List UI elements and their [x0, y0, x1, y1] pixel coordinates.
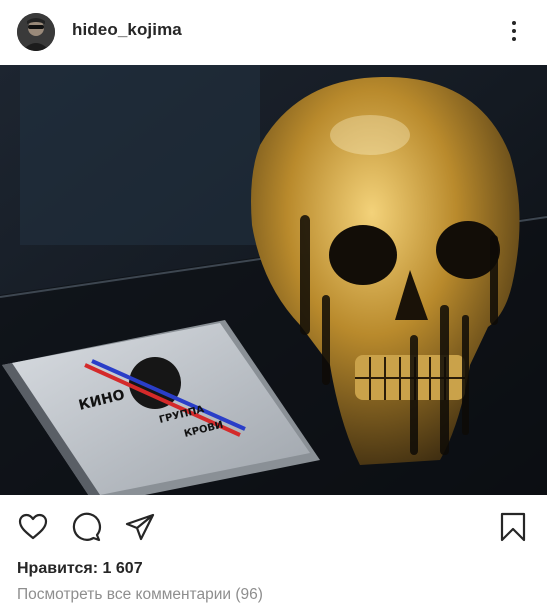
view-comments-link[interactable]: Посмотреть все комментарии (96): [17, 586, 263, 604]
likes-count[interactable]: Нравится: 1 607: [17, 560, 143, 578]
post-header: hideo_kojima: [0, 0, 547, 64]
comment-icon[interactable]: [70, 511, 102, 543]
more-vertical-icon[interactable]: [505, 16, 525, 46]
likes-number: 1 607: [102, 560, 143, 577]
avatar[interactable]: [17, 13, 55, 51]
username[interactable]: hideo_kojima: [72, 20, 182, 40]
likes-label: Нравится:: [17, 560, 99, 577]
action-bar: [0, 495, 547, 557]
bookmark-icon[interactable]: [497, 511, 529, 543]
heart-icon[interactable]: [17, 511, 49, 543]
send-icon[interactable]: [124, 511, 156, 543]
post-image[interactable]: КИНО ГРУППА КРОВИ: [0, 65, 547, 495]
